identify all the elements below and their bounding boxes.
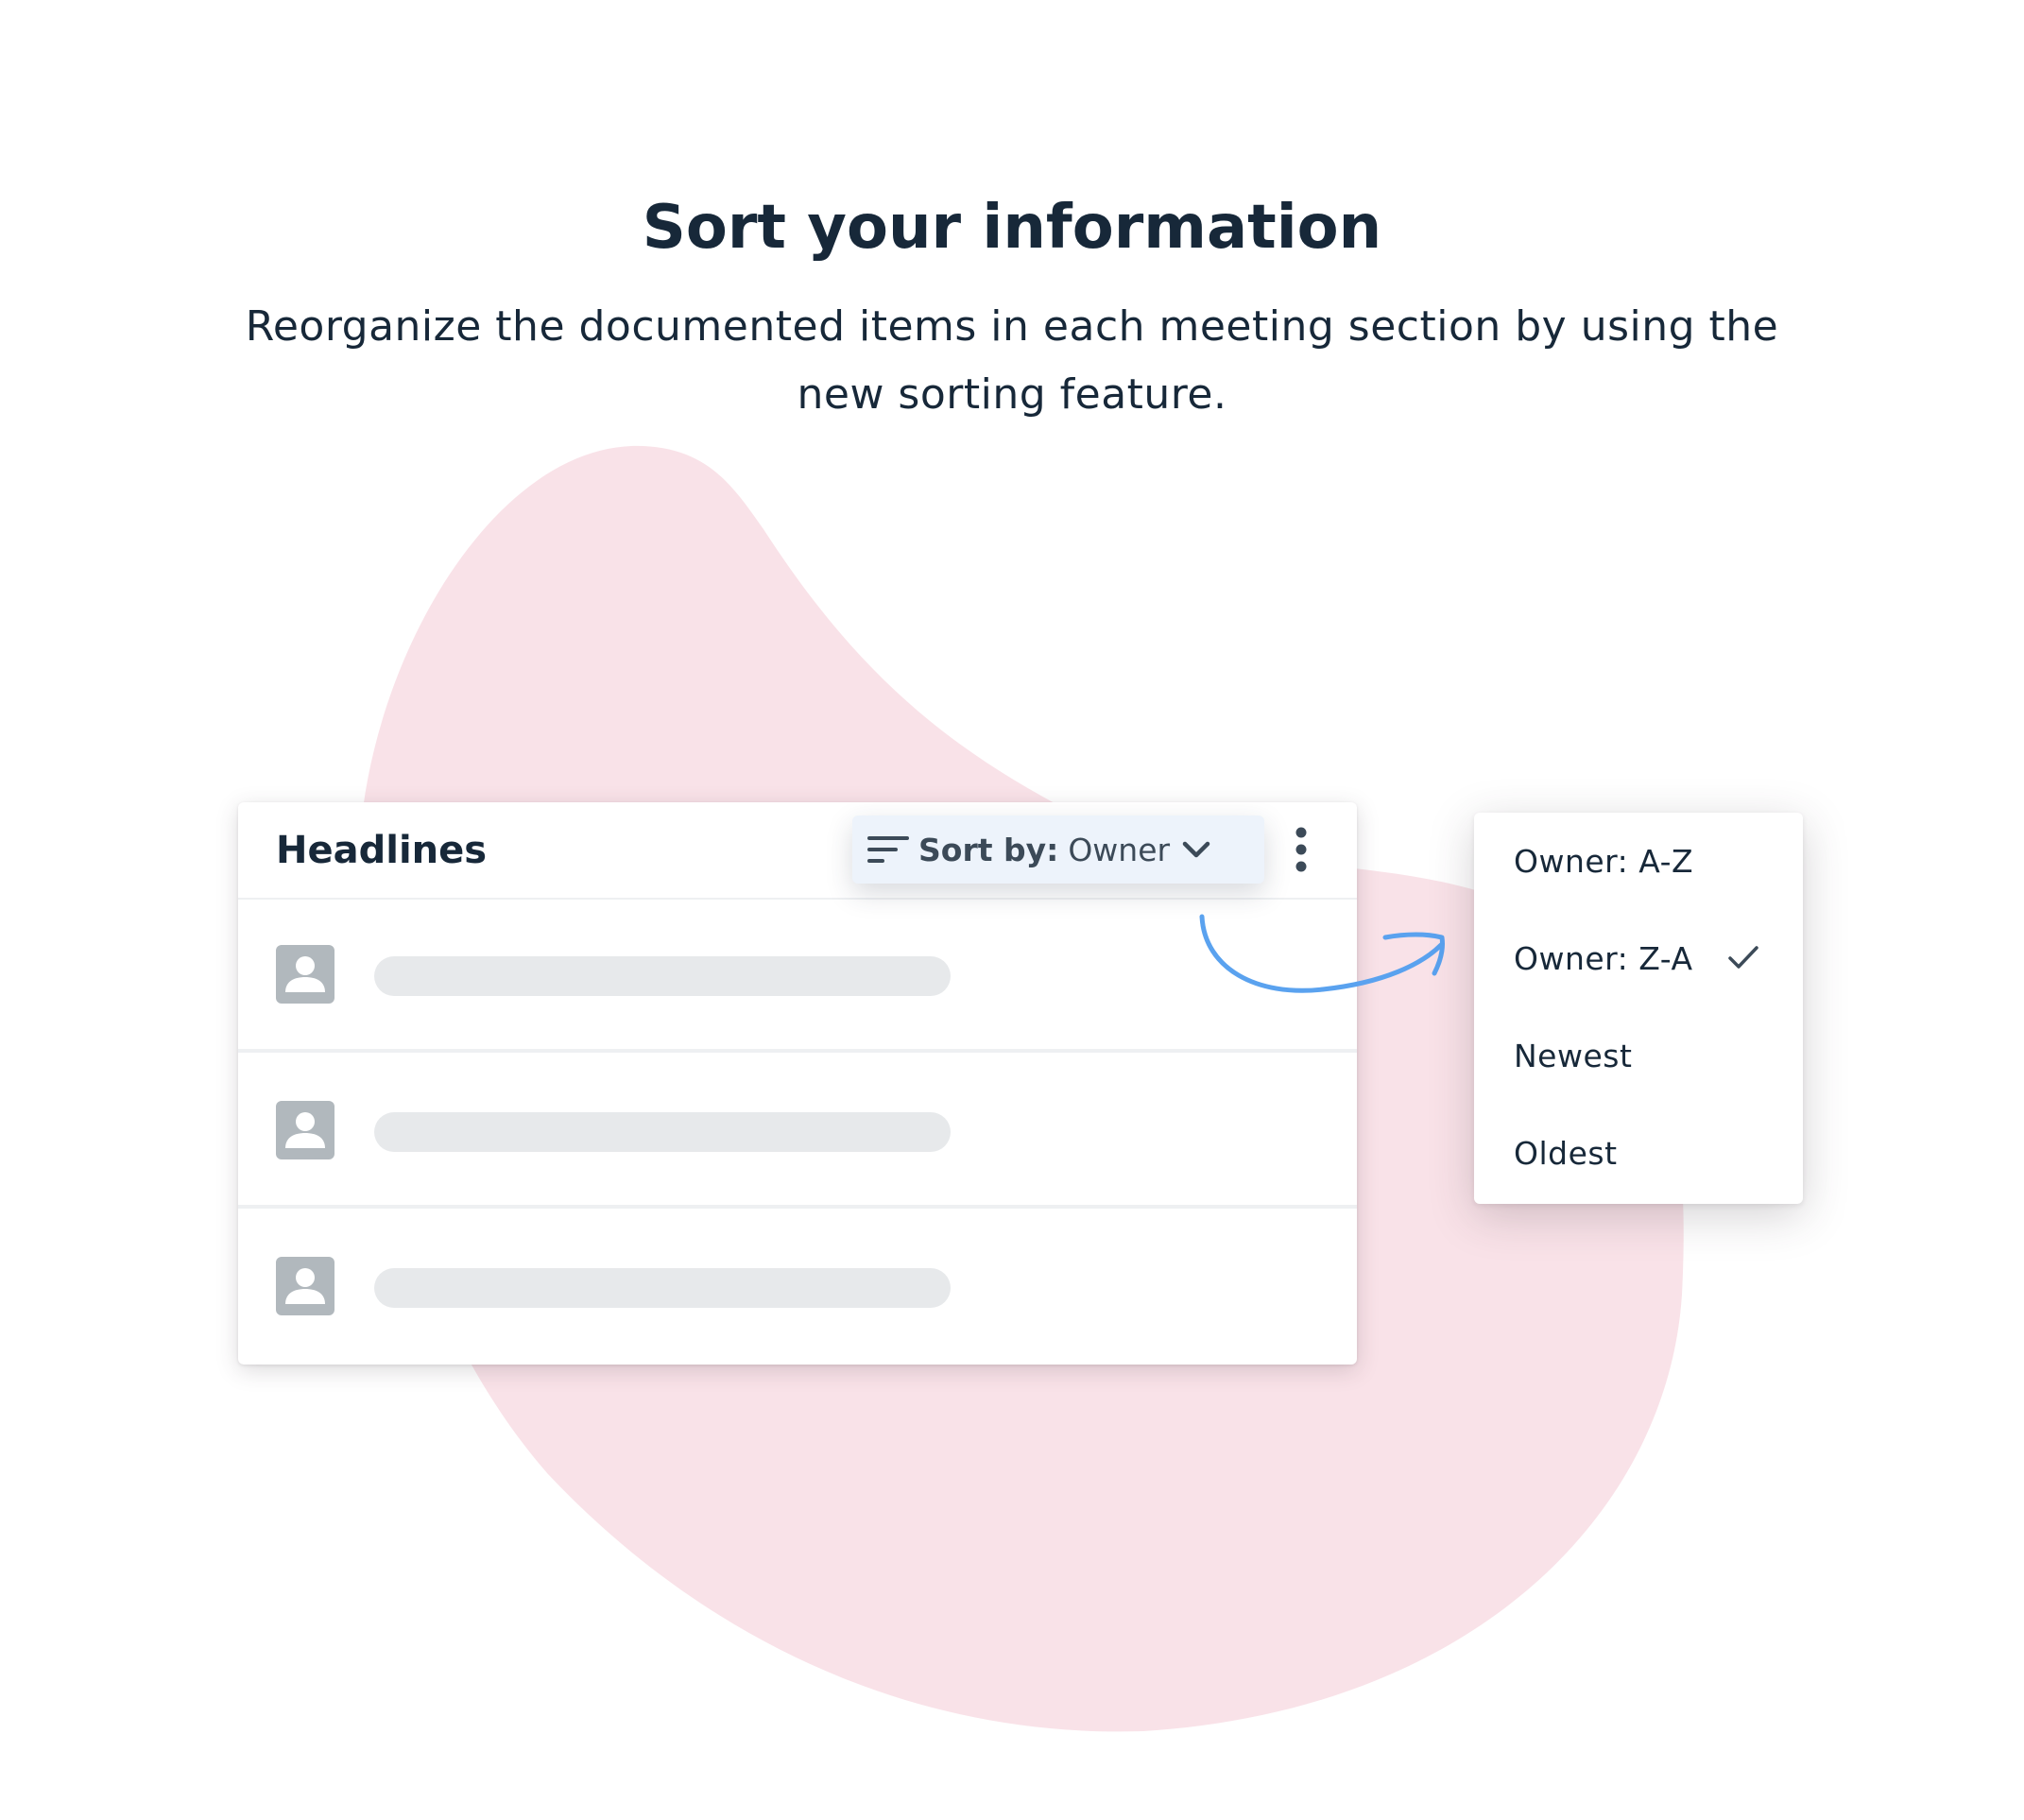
menu-item-label: Oldest: [1514, 1135, 1618, 1172]
menu-item-newest[interactable]: Newest: [1474, 1007, 1803, 1105]
menu-item-label: Newest: [1514, 1038, 1633, 1074]
menu-item-label: Owner: A-Z: [1514, 843, 1694, 880]
menu-item-oldest[interactable]: Oldest: [1474, 1105, 1803, 1202]
menu-item-label: Owner: Z-A: [1514, 940, 1693, 977]
menu-item-owner-a-z[interactable]: Owner: A-Z: [1474, 813, 1803, 910]
menu-item-owner-z-a[interactable]: Owner: Z-A: [1474, 910, 1803, 1007]
checkmark-icon: [1728, 946, 1758, 969]
sort-options-dropdown: Owner: A-Z Owner: Z-A Newest Oldest: [1474, 813, 1803, 1204]
